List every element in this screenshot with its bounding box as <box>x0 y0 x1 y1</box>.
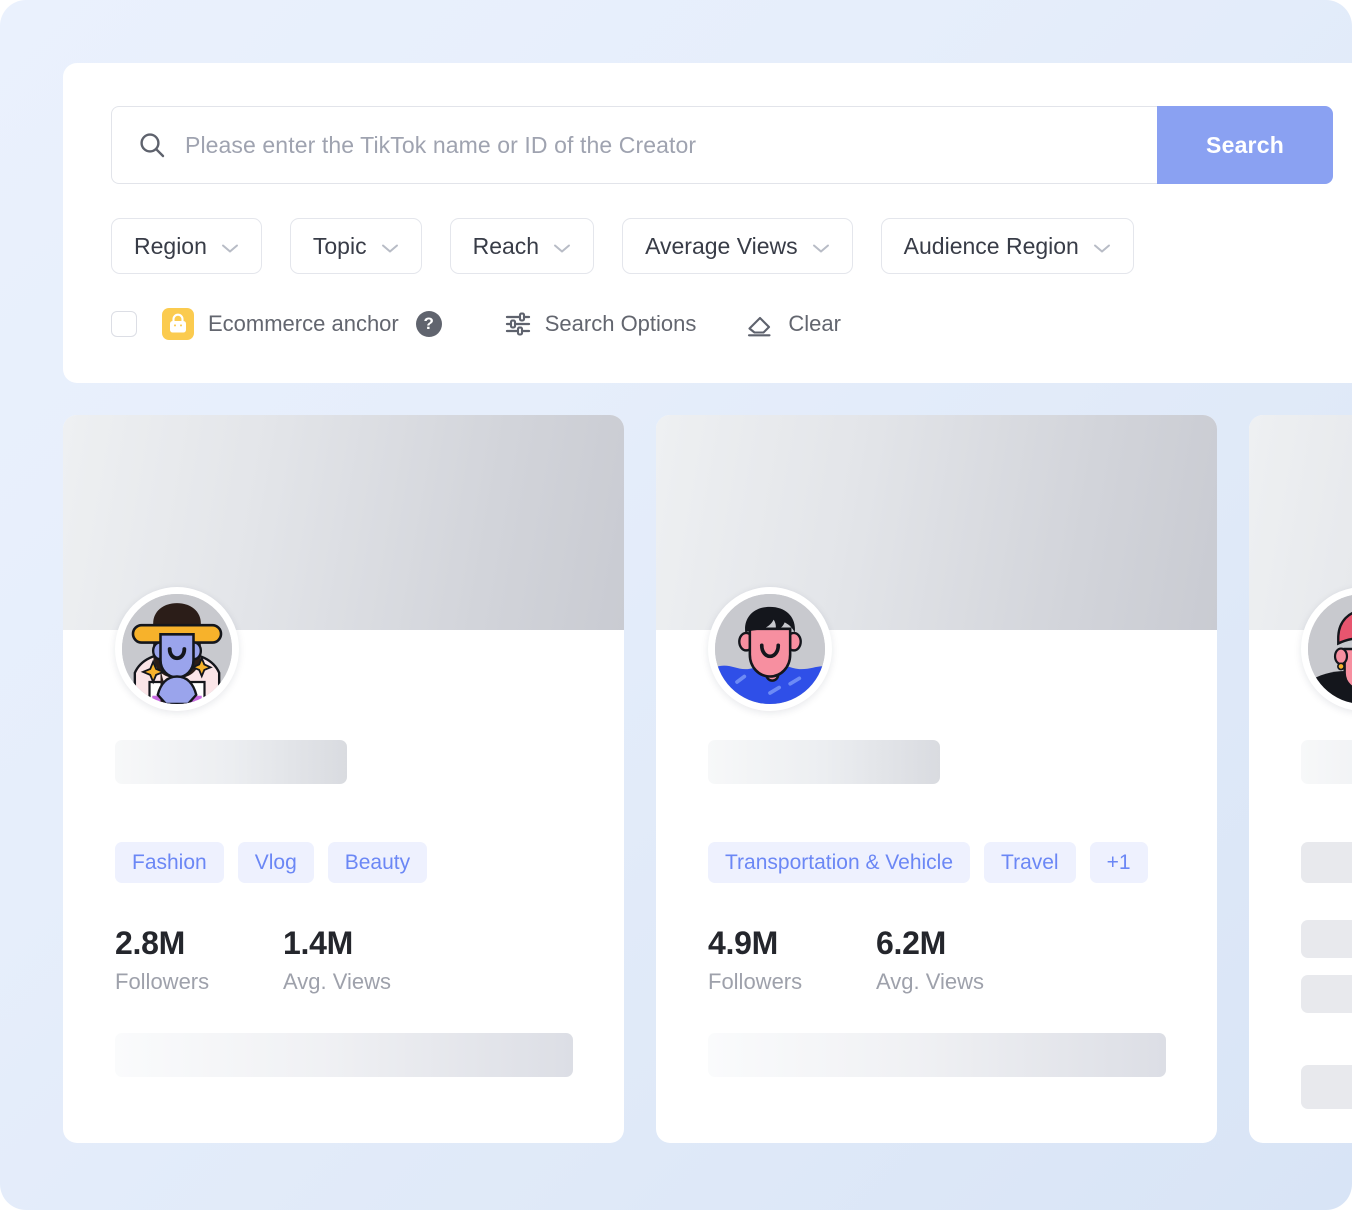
search-icon <box>137 130 167 160</box>
stat-value: 1.4M <box>283 925 451 962</box>
filter-pill-row: Region Topic Reach Average Views <box>111 218 1134 274</box>
ecommerce-anchor-checkbox[interactable] <box>111 311 137 337</box>
filter-pill-region[interactable]: Region <box>111 218 262 274</box>
filter-label-region: Region <box>134 233 207 260</box>
avatar <box>115 587 239 711</box>
tag[interactable]: Fashion <box>115 842 224 883</box>
creator-card[interactable] <box>1249 415 1352 1143</box>
chevron-down-icon <box>1093 241 1111 252</box>
card-footer-placeholder <box>708 1033 1166 1077</box>
search-input[interactable] <box>185 132 1157 159</box>
stat-value: 4.9M <box>708 925 876 962</box>
creator-name-placeholder <box>1301 740 1352 784</box>
stat-label: Avg. Views <box>283 969 451 995</box>
tag-overflow-count[interactable]: +1 <box>1090 842 1148 883</box>
stat-avg-views: 6.2M Avg. Views <box>876 925 1044 995</box>
shopping-bag-icon <box>162 308 194 340</box>
chevron-down-icon <box>553 241 571 252</box>
stat-value: 2.8M <box>115 925 283 962</box>
filter-pill-audience-region[interactable]: Audience Region <box>881 218 1134 274</box>
tag[interactable]: Travel <box>984 842 1076 883</box>
filter-label-topic: Topic <box>313 233 367 260</box>
stat-avg-views: 1.4M Avg. Views <box>283 925 451 995</box>
help-icon[interactable]: ? <box>416 311 442 337</box>
creator-name-placeholder <box>115 740 347 784</box>
avatar-person-pink-icon <box>1308 594 1352 704</box>
stat-followers: 4.9M Followers <box>708 925 876 995</box>
creator-stats: 2.8M Followers 1.4M Avg. Views <box>115 925 451 995</box>
search-options-label: Search Options <box>545 311 697 337</box>
creator-card[interactable]: Transportation & Vehicle Travel +1 4.9M … <box>656 415 1217 1143</box>
avatar <box>708 587 832 711</box>
ecommerce-anchor-label: Ecommerce anchor <box>208 311 399 337</box>
stat-label: Avg. Views <box>876 969 1044 995</box>
card-footer-placeholder <box>115 1033 573 1077</box>
tag[interactable]: Transportation & Vehicle <box>708 842 970 883</box>
eraser-icon <box>745 309 775 339</box>
search-button[interactable]: Search <box>1157 106 1333 184</box>
card-skeleton-row <box>1301 975 1352 1013</box>
search-input-container[interactable] <box>111 106 1157 184</box>
search-options-button[interactable]: Search Options <box>504 310 697 338</box>
creator-tags: Transportation & Vehicle Travel +1 <box>708 842 1148 883</box>
page-background: Search Region Topic Reach <box>0 0 1352 1210</box>
creator-results-list: Fashion Vlog Beauty 2.8M Followers 1.4M … <box>63 415 1352 1143</box>
clear-label: Clear <box>788 311 841 337</box>
search-filter-panel: Search Region Topic Reach <box>63 63 1352 383</box>
search-bar: Search <box>111 106 1333 184</box>
card-footer-placeholder <box>1301 1065 1352 1109</box>
creator-tags: Fashion Vlog Beauty <box>115 842 427 883</box>
creator-card[interactable]: Fashion Vlog Beauty 2.8M Followers 1.4M … <box>63 415 624 1143</box>
filter-label-average-views: Average Views <box>645 233 798 260</box>
stat-value: 6.2M <box>876 925 1044 962</box>
stat-followers: 2.8M Followers <box>115 925 283 995</box>
stat-label: Followers <box>708 969 876 995</box>
sliders-icon <box>504 310 532 338</box>
chevron-down-icon <box>812 241 830 252</box>
search-options-row: Ecommerce anchor ? Search Options <box>111 308 841 340</box>
creator-stats: 4.9M Followers 6.2M Avg. Views <box>708 925 1044 995</box>
tag[interactable]: Beauty <box>328 842 427 883</box>
chevron-down-icon <box>381 241 399 252</box>
chevron-down-icon <box>221 241 239 252</box>
stat-label: Followers <box>115 969 283 995</box>
card-skeleton-row <box>1301 842 1352 883</box>
filter-label-audience-region: Audience Region <box>904 233 1079 260</box>
avatar-man-swimming-icon <box>715 594 825 704</box>
filter-pill-reach[interactable]: Reach <box>450 218 594 274</box>
avatar-woman-yellow-hat-icon <box>122 594 232 704</box>
filter-pill-topic[interactable]: Topic <box>290 218 422 274</box>
filter-pill-average-views[interactable]: Average Views <box>622 218 853 274</box>
creator-name-placeholder <box>708 740 940 784</box>
card-skeleton-row <box>1301 920 1352 958</box>
clear-button[interactable]: Clear <box>745 309 841 339</box>
filter-label-reach: Reach <box>473 233 539 260</box>
tag[interactable]: Vlog <box>238 842 314 883</box>
